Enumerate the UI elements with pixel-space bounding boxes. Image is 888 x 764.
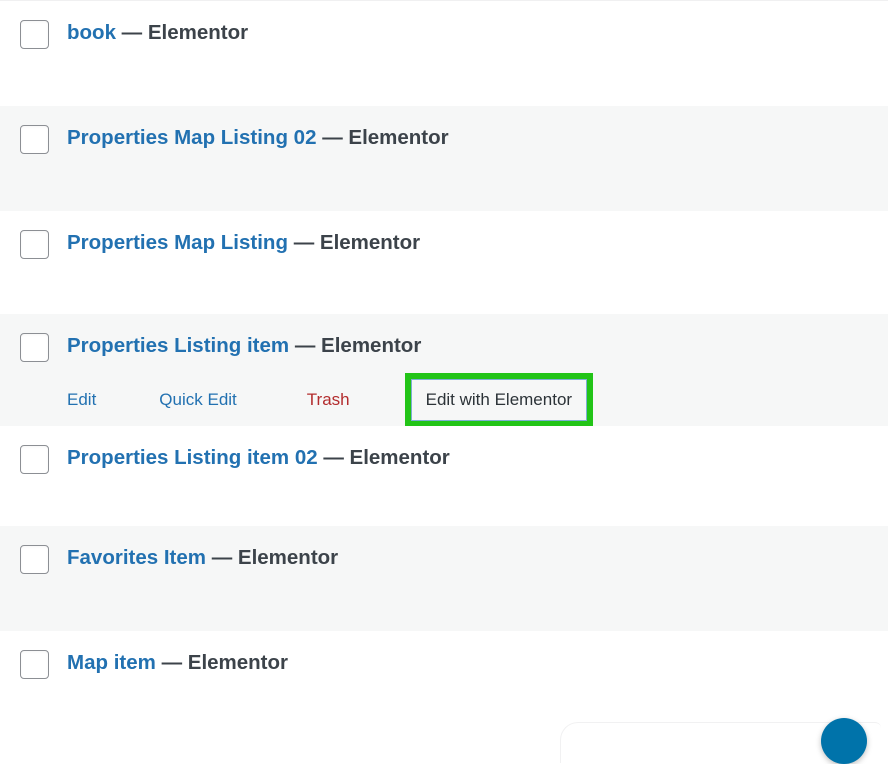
table-row: Favorites Item — Elementor [0, 526, 888, 631]
row-title-separator: — [211, 546, 233, 569]
edit-with-elementor-highlight: Edit with Elementor [404, 372, 594, 427]
row-title-suffix: Elementor [349, 446, 450, 469]
table-row: Map item — Elementor [0, 631, 888, 735]
posts-list-table: book — Elementor Properties Map Listing 0… [0, 0, 888, 735]
row-select-checkbox[interactable] [20, 125, 49, 154]
row-title-suffix: Elementor [237, 546, 339, 569]
row-title-cell: book — Elementor [49, 18, 888, 46]
row-action-trash[interactable]: Trash [307, 390, 350, 410]
row-select-checkbox[interactable] [20, 333, 49, 362]
table-row: Properties Map Listing 02 — Elementor [0, 106, 888, 211]
row-select-cell [20, 123, 49, 154]
row-title: Favorites Item — Elementor [67, 545, 888, 571]
row-title-link[interactable]: Properties Map Listing [67, 231, 288, 254]
row-select-checkbox[interactable] [20, 20, 49, 49]
row-title: book — Elementor [67, 20, 888, 46]
row-title-separator: — [293, 231, 315, 254]
edit-with-elementor-button[interactable]: Edit with Elementor [410, 378, 588, 421]
row-title-suffix: Elementor [187, 651, 289, 674]
row-title-link[interactable]: Favorites Item [67, 546, 206, 569]
row-title-suffix: Elementor [321, 334, 422, 357]
row-title: Properties Listing item — Elementor [67, 333, 888, 359]
row-title-cell: Properties Map Listing — Elementor [49, 228, 888, 256]
row-title-cell: Properties Listing item 02 — Elementor [49, 443, 888, 471]
row-title-separator: — [161, 651, 183, 674]
row-title: Properties Listing item 02 — Elementor [67, 445, 888, 471]
row-title-separator: — [323, 446, 344, 469]
table-row: Properties Listing item — Elementor Edit Q… [0, 314, 888, 427]
row-title-cell: Properties Listing item — Elementor Edit Q… [49, 331, 888, 427]
table-row-inner: Properties Listing item 02 — Elementor [0, 426, 888, 474]
row-title: Map item — Elementor [67, 650, 888, 676]
row-select-checkbox[interactable] [20, 230, 49, 259]
row-select-cell [20, 331, 49, 362]
row-actions: Edit Quick Edit Trash Edit with Elementor [67, 372, 888, 427]
row-title-suffix: Elementor [147, 21, 249, 44]
row-title-suffix: Elementor [319, 231, 421, 254]
row-title-link[interactable]: Properties Listing item 02 [67, 446, 318, 469]
row-select-cell [20, 543, 49, 574]
table-row-inner: book — Elementor [0, 1, 888, 49]
row-select-checkbox[interactable] [20, 650, 49, 679]
table-row: Properties Listing item 02 — Elementor [0, 426, 888, 526]
row-title-suffix: Elementor [348, 126, 449, 149]
row-select-cell [20, 18, 49, 49]
row-title-separator: — [322, 126, 343, 149]
table-row-inner: Map item — Elementor [0, 631, 888, 679]
row-title: Properties Map Listing — Elementor [67, 230, 888, 256]
table-row-inner: Properties Listing item — Elementor Edit Q… [0, 314, 888, 427]
row-title-link[interactable]: Properties Listing item [67, 334, 289, 357]
row-title-link[interactable]: book [67, 21, 116, 44]
row-title-separator: — [294, 334, 316, 357]
table-row: book — Elementor [0, 1, 888, 106]
row-title-cell: Map item — Elementor [49, 648, 888, 676]
row-select-cell [20, 648, 49, 679]
row-select-checkbox[interactable] [20, 545, 49, 574]
table-row-inner: Properties Map Listing 02 — Elementor [0, 106, 888, 154]
row-select-cell [20, 443, 49, 474]
row-title: Properties Map Listing 02 — Elementor [67, 125, 888, 151]
row-title-separator: — [121, 21, 143, 44]
row-title-link[interactable]: Properties Map Listing 02 [67, 126, 316, 149]
row-title-cell: Favorites Item — Elementor [49, 543, 888, 571]
table-row-inner: Properties Map Listing — Elementor [0, 211, 888, 259]
row-select-cell [20, 228, 49, 259]
row-action-edit[interactable]: Edit [67, 390, 96, 410]
table-row-inner: Favorites Item — Elementor [0, 526, 888, 574]
row-select-checkbox[interactable] [20, 445, 49, 474]
help-bubble-icon[interactable] [821, 718, 867, 764]
row-action-quick-edit[interactable]: Quick Edit [159, 390, 236, 410]
table-row: Properties Map Listing — Elementor [0, 211, 888, 314]
row-title-link[interactable]: Map item [67, 651, 156, 674]
row-title-cell: Properties Map Listing 02 — Elementor [49, 123, 888, 151]
